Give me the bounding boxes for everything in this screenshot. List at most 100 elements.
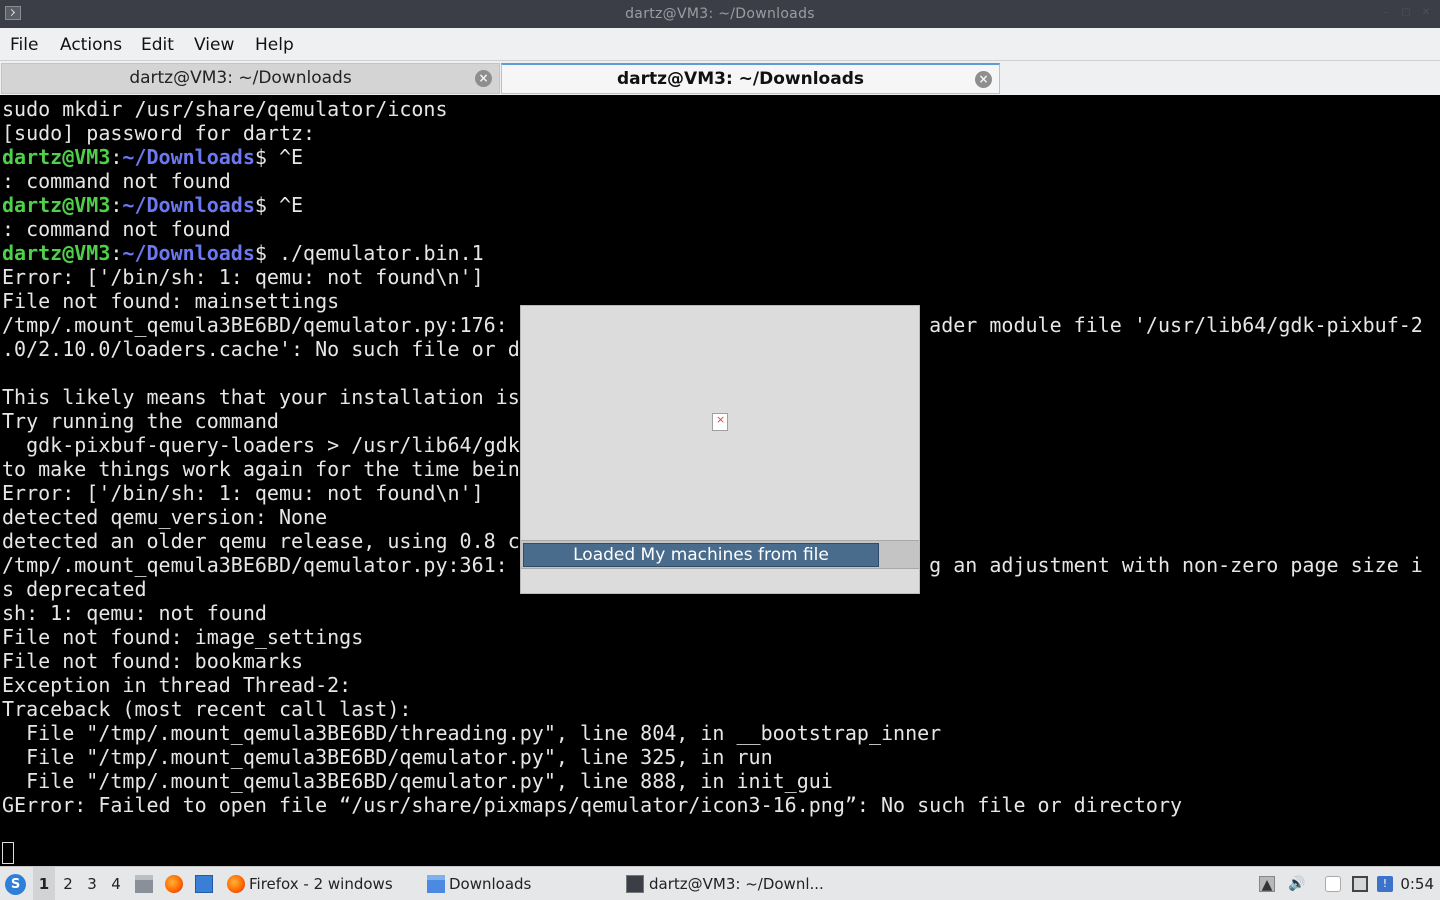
terminal-line: dartz@VM3:~/Downloads$ ^E: [2, 193, 303, 217]
task-label: Firefox - 2 windows: [249, 875, 393, 893]
firefox-icon: [227, 875, 245, 893]
terminal-line: .0/2.10.0/loaders.cache': No such file o…: [2, 337, 520, 361]
tab-terminal-1[interactable]: dartz@VM3: ~/Downloads ×: [1, 63, 500, 94]
line-text: Error: ['/bin/sh: 1: qemu: not found\n']: [2, 481, 484, 505]
task-downloads[interactable]: Downloads: [426, 867, 616, 900]
terminal-line: File not found: bookmarks: [2, 649, 303, 673]
line-text: [sudo] password for dartz:: [2, 121, 316, 145]
tab-close-icon[interactable]: ×: [975, 71, 992, 88]
terminal-line: detected an older qemu release, using 0.…: [2, 529, 520, 553]
firefox-launcher-icon[interactable]: [165, 875, 183, 893]
prompt-user: dartz@VM3: [2, 193, 111, 217]
prompt-path: ~/Downloads: [122, 241, 255, 265]
network-icon[interactable]: [1352, 876, 1368, 892]
file-manager-icon[interactable]: [135, 875, 153, 893]
clock[interactable]: 0:54: [1400, 867, 1434, 900]
line-text: Try running the command: [2, 409, 279, 433]
progress-bar: Loaded My machines from file: [521, 540, 919, 569]
broken-image-icon: [712, 413, 728, 431]
workspace-2[interactable]: 2: [57, 867, 79, 900]
window-title: dartz@VM3: ~/Downloads: [625, 6, 815, 22]
close-window-icon[interactable]: ✕: [1420, 7, 1432, 19]
terminal-line: dartz@VM3:~/Downloads$ ^E: [2, 145, 303, 169]
terminal-line: : command not found: [2, 217, 231, 241]
maximize-icon[interactable]: ▢: [1400, 7, 1412, 19]
menu-edit[interactable]: Edit: [141, 35, 174, 55]
line-text: This likely means that your installation…: [2, 385, 520, 409]
prompt-separator: :: [110, 145, 123, 169]
prompt-path: ~/Downloads: [122, 193, 255, 217]
tray-update-icon[interactable]: ▲: [1259, 876, 1275, 893]
menu-file[interactable]: File: [10, 35, 38, 55]
prompt-separator: :: [110, 193, 123, 217]
terminal-line: Try running the command: [2, 409, 279, 433]
line-text: File not found: mainsettings: [2, 289, 340, 313]
terminal-line: : command not found: [2, 169, 231, 193]
line-text: GError: Failed to open file “/usr/share/…: [2, 793, 1183, 817]
line-text: sudo mkdir /usr/share/qemulator/icons: [2, 97, 448, 121]
terminal-line: File "/tmp/.mount_qemula3BE6BD/qemulator…: [2, 769, 833, 793]
volume-icon[interactable]: 🔊: [1288, 876, 1305, 892]
tab-bar: dartz@VM3: ~/Downloads × dartz@VM3: ~/Do…: [0, 61, 1440, 95]
line-text: sh: 1: qemu: not found: [2, 601, 267, 625]
terminal-line: Exception in thread Thread-2:: [2, 673, 351, 697]
tab-label: dartz@VM3: ~/Downloads: [617, 69, 864, 89]
progress-text: Loaded My machines from file: [573, 545, 829, 565]
task-firefox[interactable]: Firefox - 2 windows: [226, 867, 416, 900]
line-text: detected an older qemu release, using 0.…: [2, 529, 520, 553]
terminal-line: dartz@VM3:~/Downloads$ ./qemulator.bin.1: [2, 241, 484, 265]
terminal-line: s deprecated: [2, 577, 147, 601]
show-desktop-icon[interactable]: [195, 875, 213, 893]
line-text: Error: ['/bin/sh: 1: qemu: not found\n']: [2, 265, 484, 289]
task-terminal[interactable]: dartz@VM3: ~/Downl...: [626, 867, 826, 900]
workspace-4[interactable]: 4: [105, 867, 127, 900]
menu-help[interactable]: Help: [255, 35, 294, 55]
line-text: File "/tmp/.mount_qemula3BE6BD/qemulator…: [2, 769, 833, 793]
menu-actions[interactable]: Actions: [60, 35, 122, 55]
prompt-path: ~/Downloads: [122, 145, 255, 169]
line-text: File not found: image_settings: [2, 625, 364, 649]
taskbar: S 1 2 3 4 Firefox - 2 windows Downloads …: [0, 866, 1440, 900]
task-label: dartz@VM3: ~/Downl...: [649, 875, 824, 893]
clipboard-icon[interactable]: [1325, 876, 1341, 892]
line-text: Exception in thread Thread-2:: [2, 673, 352, 697]
terminal-line: gdk-pixbuf-query-loaders > /usr/lib64/gd…: [2, 433, 520, 457]
line-text: to make things work again for the time b…: [2, 457, 520, 481]
workspace-1[interactable]: 1: [33, 867, 55, 900]
line-text: : command not found: [2, 169, 231, 193]
tab-label: dartz@VM3: ~/Downloads: [129, 68, 352, 88]
loading-dialog: Loaded My machines from file: [520, 305, 920, 594]
notification-icon[interactable]: !: [1377, 876, 1393, 892]
tab-close-icon[interactable]: ×: [475, 70, 492, 87]
terminal-cursor: [2, 842, 14, 864]
line-text: Traceback (most recent call last):: [2, 697, 412, 721]
line-text: File "/tmp/.mount_qemula3BE6BD/threading…: [2, 721, 942, 745]
terminal-line: GError: Failed to open file “/usr/share/…: [2, 793, 1182, 817]
tab-terminal-2[interactable]: dartz@VM3: ~/Downloads ×: [501, 63, 1000, 94]
line-text: $ ^E: [254, 145, 304, 169]
prompt-separator: :: [110, 241, 123, 265]
line-text: File not found: bookmarks: [2, 649, 304, 673]
minimize-icon[interactable]: –: [1380, 7, 1392, 19]
prompt-user: dartz@VM3: [2, 145, 111, 169]
terminal-line: File "/tmp/.mount_qemula3BE6BD/threading…: [2, 721, 941, 745]
terminal-line: [sudo] password for dartz:: [2, 121, 315, 145]
workspace-3[interactable]: 3: [81, 867, 103, 900]
line-text: .0/2.10.0/loaders.cache': No such file o…: [2, 337, 520, 361]
terminal-line: sudo mkdir /usr/share/qemulator/icons: [2, 97, 448, 121]
application-menu-icon[interactable]: S: [5, 874, 26, 895]
terminal-line: File not found: mainsettings: [2, 289, 339, 313]
terminal-line: Traceback (most recent call last):: [2, 697, 411, 721]
terminal-line: detected qemu_version: None: [2, 505, 327, 529]
line-text: $ ^E: [254, 193, 304, 217]
terminal-icon: [626, 875, 644, 893]
menu-view[interactable]: View: [194, 35, 234, 55]
menubar: File Actions Edit View Help: [0, 28, 1440, 61]
terminal-line: Error: ['/bin/sh: 1: qemu: not found\n']: [2, 481, 484, 505]
folder-icon: [427, 875, 445, 893]
terminal-line: File not found: image_settings: [2, 625, 363, 649]
window-titlebar[interactable]: dartz@VM3: ~/Downloads – ▢ ✕: [0, 0, 1440, 28]
task-label: Downloads: [449, 875, 532, 893]
terminal-line: to make things work again for the time b…: [2, 457, 520, 481]
line-text: $ ./qemulator.bin.1: [254, 241, 484, 265]
